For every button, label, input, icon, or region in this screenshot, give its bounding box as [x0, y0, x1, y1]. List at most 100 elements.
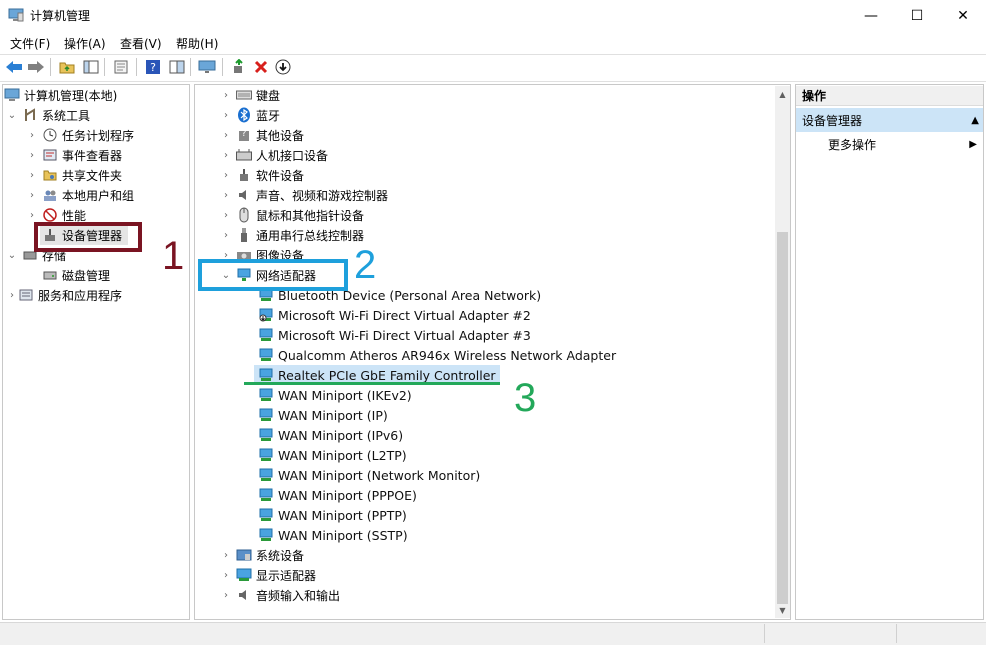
device-category-sound[interactable]: › 声音、视频和游戏控制器 — [220, 185, 388, 205]
chevron-down-icon[interactable]: ⌄ — [6, 249, 18, 261]
device-category-software[interactable]: › 软件设备 — [220, 165, 304, 185]
tree-item-system-tools[interactable]: ⌄ 系统工具 — [6, 105, 90, 125]
chevron-right-icon[interactable]: › — [220, 189, 232, 201]
network-adapter-item[interactable]: WAN Miniport (PPPOE) — [254, 485, 417, 505]
network-adapter-item[interactable]: WAN Miniport (L2TP) — [254, 445, 407, 465]
console-icon[interactable] — [168, 58, 186, 76]
network-adapter-icon — [258, 407, 274, 423]
uninstall-icon[interactable] — [252, 58, 270, 76]
chevron-right-icon[interactable]: › — [26, 129, 38, 141]
network-adapter-icon — [258, 327, 274, 343]
keyboard-icon — [236, 87, 252, 103]
show-hide-tree-icon[interactable] — [82, 58, 100, 76]
network-adapter-item[interactable]: Microsoft Wi-Fi Direct Virtual Adapter #… — [254, 305, 531, 325]
network-adapter-item[interactable]: WAN Miniport (PPTP) — [254, 505, 407, 525]
scrollbar-thumb[interactable] — [777, 232, 788, 604]
computer-icon — [4, 87, 20, 103]
chevron-right-icon[interactable]: › — [220, 589, 232, 601]
device-category-hid[interactable]: › 人机接口设备 — [220, 145, 328, 165]
collapse-up-icon[interactable]: ▲ — [971, 115, 979, 126]
network-adapter-label: WAN Miniport (Network Monitor) — [278, 467, 481, 483]
network-adapter-icon — [258, 347, 274, 363]
chevron-right-icon[interactable]: › — [220, 89, 232, 101]
chevron-right-icon[interactable]: › — [26, 149, 38, 161]
more-actions-item[interactable]: 更多操作 ▶ — [796, 134, 983, 154]
menu-file[interactable]: 文件(F) — [10, 35, 50, 52]
chevron-right-icon[interactable]: › — [220, 109, 232, 121]
device-category-mouse[interactable]: › 鼠标和其他指针设备 — [220, 205, 364, 225]
device-category-audio-io[interactable]: › 音频输入和输出 — [220, 585, 340, 605]
network-adapter-label: WAN Miniport (IPv6) — [278, 427, 404, 443]
network-adapter-item[interactable]: WAN Miniport (SSTP) — [254, 525, 408, 545]
minimize-button[interactable]: — — [848, 0, 894, 31]
chevron-right-icon[interactable]: › — [26, 209, 38, 221]
network-adapter-label: Microsoft Wi-Fi Direct Virtual Adapter #… — [278, 327, 531, 343]
monitor-icon[interactable] — [198, 58, 216, 76]
network-adapter-icon — [258, 387, 274, 403]
chevron-down-icon[interactable]: ⌄ — [6, 109, 18, 121]
device-category-keyboard[interactable]: › 键盘 — [220, 85, 280, 105]
device-category-system[interactable]: › 系统设备 — [220, 545, 304, 565]
device-category-label: 显示适配器 — [256, 568, 317, 583]
download-icon[interactable] — [274, 58, 292, 76]
close-button[interactable]: ✕ — [940, 0, 986, 31]
chevron-right-icon[interactable]: › — [220, 229, 232, 241]
device-category-label: 鼠标和其他指针设备 — [256, 208, 365, 223]
tree-item-disk-management[interactable]: 磁盘管理 — [40, 265, 110, 285]
menu-view[interactable]: 查看(V) — [120, 35, 162, 52]
device-category-display[interactable]: › 显示适配器 — [220, 565, 316, 585]
chevron-right-icon[interactable]: › — [220, 149, 232, 161]
actions-pane — [795, 84, 984, 620]
tree-item-label: 事件查看器 — [62, 148, 123, 163]
annotation-underline-3 — [244, 382, 500, 385]
network-adapter-item[interactable]: Qualcomm Atheros AR946x Wireless Network… — [254, 345, 616, 365]
maximize-button[interactable]: ☐ — [894, 0, 940, 31]
up-folder-icon[interactable] — [58, 58, 76, 76]
device-category-usb[interactable]: › 通用串行总线控制器 — [220, 225, 364, 245]
hid-icon — [236, 147, 252, 163]
usb-icon — [236, 227, 252, 243]
annotation-number-3: 3 — [514, 376, 537, 420]
tree-item-event-viewer[interactable]: › 事件查看器 — [26, 145, 122, 165]
chevron-right-icon[interactable]: › — [26, 169, 38, 181]
svg-text:?: ? — [150, 61, 156, 74]
chevron-right-icon[interactable]: › — [220, 569, 232, 581]
back-icon[interactable] — [5, 58, 23, 76]
properties-icon[interactable] — [112, 58, 130, 76]
annotation-box-1 — [34, 222, 142, 252]
network-adapter-item[interactable]: WAN Miniport (IKEv2) — [254, 385, 412, 405]
tree-item-computer-management[interactable]: 计算机管理(本地) — [4, 85, 117, 105]
device-category-bluetooth[interactable]: › 蓝牙 — [220, 105, 280, 125]
network-adapter-item[interactable]: WAN Miniport (IP) — [254, 405, 388, 425]
submenu-arrow-icon: ▶ — [969, 138, 977, 150]
help-icon[interactable]: ? — [144, 58, 162, 76]
actions-section-device-manager[interactable]: 设备管理器 ▲ — [796, 108, 983, 132]
tree-item-local-users[interactable]: › 本地用户和组 — [26, 185, 134, 205]
chevron-right-icon[interactable]: › — [6, 289, 18, 301]
chevron-right-icon[interactable]: › — [220, 129, 232, 141]
scroll-down-icon[interactable]: ▼ — [775, 603, 790, 617]
tree-item-label: 系统工具 — [42, 108, 91, 123]
network-adapter-label: WAN Miniport (IP) — [278, 407, 388, 423]
network-adapter-item[interactable]: WAN Miniport (IPv6) — [254, 425, 403, 445]
scroll-up-icon[interactable]: ▲ — [775, 87, 790, 101]
forward-icon[interactable] — [27, 58, 45, 76]
disk-icon — [42, 267, 58, 283]
chevron-right-icon[interactable]: › — [220, 209, 232, 221]
network-adapter-item[interactable]: WAN Miniport (Network Monitor) — [254, 465, 480, 485]
network-adapter-item[interactable]: Microsoft Wi-Fi Direct Virtual Adapter #… — [254, 325, 531, 345]
update-driver-icon[interactable] — [230, 58, 248, 76]
chevron-right-icon[interactable]: › — [26, 189, 38, 201]
tree-item-services-applications[interactable]: › 服务和应用程序 — [6, 285, 122, 305]
tree-item-label: 服务和应用程序 — [38, 288, 123, 303]
menu-action[interactable]: 操作(A) — [64, 35, 106, 52]
network-adapter-icon — [258, 367, 274, 383]
chevron-right-icon[interactable]: › — [220, 169, 232, 181]
device-category-other[interactable]: › ? 其他设备 — [220, 125, 304, 145]
tree-item-shared-folders[interactable]: › 共享文件夹 — [26, 165, 122, 185]
software-device-icon — [236, 167, 252, 183]
network-adapter-disabled-icon — [258, 307, 274, 323]
menu-help[interactable]: 帮助(H) — [176, 35, 218, 52]
tree-item-task-scheduler[interactable]: › 任务计划程序 — [26, 125, 134, 145]
chevron-right-icon[interactable]: › — [220, 549, 232, 561]
